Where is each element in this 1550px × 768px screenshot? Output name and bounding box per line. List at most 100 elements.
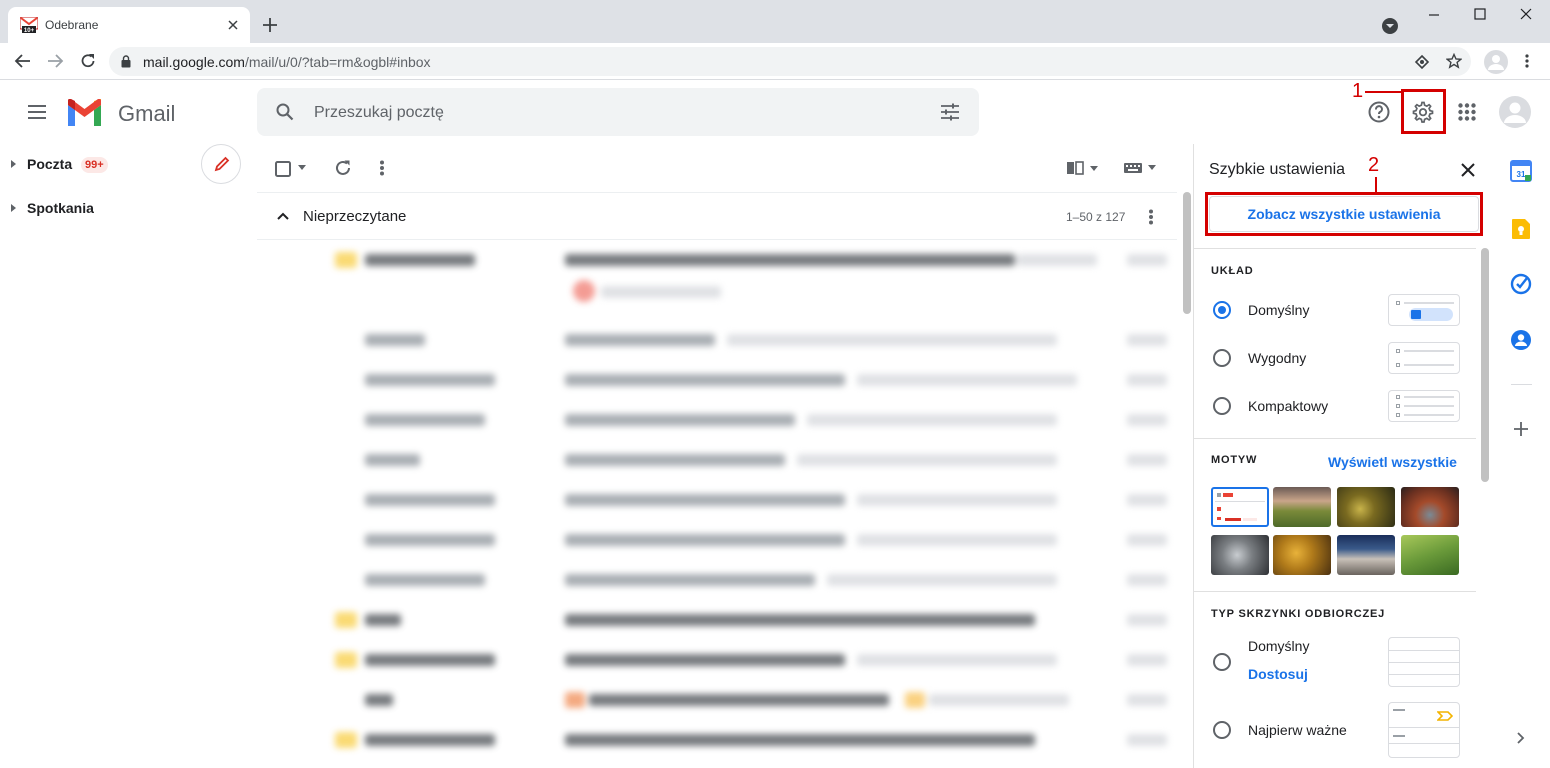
show-side-panel-chevron-icon[interactable] xyxy=(1517,732,1525,744)
browser-menu-icon[interactable] xyxy=(1524,53,1530,69)
inbox-important-first-radio[interactable] xyxy=(1213,721,1231,739)
annotation-marker-1: 1 xyxy=(1352,80,1364,102)
theme-frost[interactable] xyxy=(1211,535,1269,575)
annotation-line-1 xyxy=(1365,91,1402,93)
inbox-type-section-label: TYP SKRZYNKI ODBIORCZEJ xyxy=(1211,608,1386,620)
layout-comfortable-label[interactable]: Wygodny xyxy=(1248,350,1306,366)
site-info-icon[interactable] xyxy=(1414,54,1430,70)
back-arrow-icon[interactable] xyxy=(14,53,32,69)
list-item[interactable] xyxy=(257,520,1177,560)
gmail-logo-icon[interactable] xyxy=(66,99,103,126)
search-bar[interactable]: Przeszukaj pocztę xyxy=(257,88,979,136)
contacts-icon[interactable] xyxy=(1510,329,1532,351)
divider xyxy=(1194,591,1476,592)
minimize-window-icon[interactable] xyxy=(1427,8,1441,22)
theme-default[interactable] xyxy=(1211,487,1269,527)
bookmark-star-icon[interactable] xyxy=(1446,53,1462,69)
theme-desert[interactable] xyxy=(1337,535,1395,575)
theme-field[interactable] xyxy=(1401,535,1459,575)
list-item[interactable] xyxy=(257,600,1177,640)
apps-grid-icon[interactable] xyxy=(1458,103,1476,121)
browser-toolbar: mail.google.com/mail/u/0/?tab=rm&ogbl#in… xyxy=(0,43,1550,80)
calendar-icon[interactable]: 31 xyxy=(1510,160,1532,182)
close-quick-settings-icon[interactable] xyxy=(1461,163,1475,177)
inbox-important-first-preview[interactable] xyxy=(1388,702,1460,758)
unread-count-badge: 99+ xyxy=(81,157,108,173)
mail-toolbar xyxy=(257,144,1177,192)
settings-gear-icon[interactable] xyxy=(1412,101,1434,123)
refresh-icon[interactable] xyxy=(334,159,352,177)
see-all-settings-button[interactable]: Zobacz wszystkie ustawienia xyxy=(1209,196,1479,232)
search-options-icon[interactable] xyxy=(940,103,960,121)
list-item[interactable] xyxy=(257,640,1177,680)
forward-arrow-icon[interactable] xyxy=(46,53,64,69)
layout-default-label[interactable]: Domyślny xyxy=(1248,302,1309,318)
expand-arrow-icon[interactable] xyxy=(11,160,17,168)
more-actions-icon[interactable] xyxy=(379,160,385,176)
input-tools-keyboard-icon[interactable] xyxy=(1123,162,1157,174)
new-tab-icon[interactable] xyxy=(262,17,278,33)
layout-compact-preview[interactable] xyxy=(1388,390,1460,422)
inbox-default-label[interactable]: Domyślny xyxy=(1248,638,1309,654)
list-item[interactable] xyxy=(257,320,1177,360)
browser-tab[interactable]: 10+ Odebrane xyxy=(8,7,250,43)
tab-search-icon[interactable] xyxy=(1381,17,1399,35)
inbox-default-radio[interactable] xyxy=(1213,653,1231,671)
select-all-checkbox-icon[interactable] xyxy=(275,161,291,177)
tasks-icon[interactable] xyxy=(1510,273,1532,295)
select-dropdown-icon[interactable] xyxy=(298,165,306,170)
list-item[interactable] xyxy=(257,720,1177,760)
layout-default-preview[interactable] xyxy=(1388,294,1460,326)
list-item[interactable] xyxy=(257,240,1177,302)
help-icon[interactable] xyxy=(1368,101,1390,123)
view-all-themes-link[interactable]: Wyświetl wszystkie xyxy=(1328,454,1457,470)
inbox-important-first-label[interactable]: Najpierw ważne xyxy=(1248,722,1347,738)
customize-inbox-link[interactable]: Dostosuj xyxy=(1248,666,1308,682)
list-item[interactable] xyxy=(257,680,1177,720)
nav-item-poczta[interactable]: Poczta xyxy=(27,156,72,172)
collapse-section-icon[interactable] xyxy=(277,212,289,220)
layout-default-radio[interactable] xyxy=(1213,301,1231,319)
tab-title: Odebrane xyxy=(45,18,99,32)
main-menu-icon[interactable] xyxy=(27,104,47,120)
side-panel: 31 xyxy=(1494,144,1550,768)
layout-comfortable-preview[interactable] xyxy=(1388,342,1460,374)
theme-flowers[interactable] xyxy=(1337,487,1395,527)
email-list[interactable] xyxy=(257,240,1177,768)
nav-item-spotkania[interactable]: Spotkania xyxy=(27,200,94,216)
section-title[interactable]: Nieprzeczytane xyxy=(303,208,406,225)
section-options-icon[interactable] xyxy=(1148,209,1154,225)
compose-button[interactable] xyxy=(201,144,241,184)
divider xyxy=(1194,438,1476,439)
inbox-default-preview[interactable] xyxy=(1388,637,1460,687)
quick-settings-scrollbar[interactable] xyxy=(1481,248,1489,482)
list-item[interactable] xyxy=(257,440,1177,480)
maximize-window-icon[interactable] xyxy=(1473,7,1487,21)
search-icon[interactable] xyxy=(276,103,294,121)
layout-compact-label[interactable]: Kompaktowy xyxy=(1248,398,1328,414)
get-addons-plus-icon[interactable] xyxy=(1514,422,1528,436)
list-item[interactable] xyxy=(257,360,1177,400)
list-item[interactable] xyxy=(257,480,1177,520)
browser-profile-avatar-icon[interactable] xyxy=(1483,49,1509,75)
theme-leaves[interactable] xyxy=(1273,535,1331,575)
close-tab-icon[interactable] xyxy=(226,18,240,32)
list-item[interactable] xyxy=(257,560,1177,600)
layout-comfortable-radio[interactable] xyxy=(1213,349,1231,367)
list-item[interactable] xyxy=(257,400,1177,440)
annotation-marker-2: 2 xyxy=(1368,154,1380,176)
account-avatar-icon[interactable] xyxy=(1498,95,1532,129)
side-panel-divider xyxy=(1511,384,1532,385)
search-input[interactable]: Przeszukaj pocztę xyxy=(314,104,444,122)
split-pane-toggle-icon[interactable] xyxy=(1066,161,1098,175)
keep-notes-icon[interactable] xyxy=(1511,218,1531,240)
close-window-icon[interactable] xyxy=(1519,7,1533,21)
layout-compact-radio[interactable] xyxy=(1213,397,1231,415)
theme-canyon[interactable] xyxy=(1401,487,1459,527)
list-scrollbar[interactable] xyxy=(1183,192,1191,314)
theme-hills[interactable] xyxy=(1273,487,1331,527)
reload-icon[interactable] xyxy=(79,52,97,70)
expand-arrow-icon[interactable] xyxy=(11,204,17,212)
left-navigation: Poczta Spotkania xyxy=(0,144,257,768)
address-bar[interactable]: mail.google.com/mail/u/0/?tab=rm&ogbl#in… xyxy=(109,47,1471,76)
